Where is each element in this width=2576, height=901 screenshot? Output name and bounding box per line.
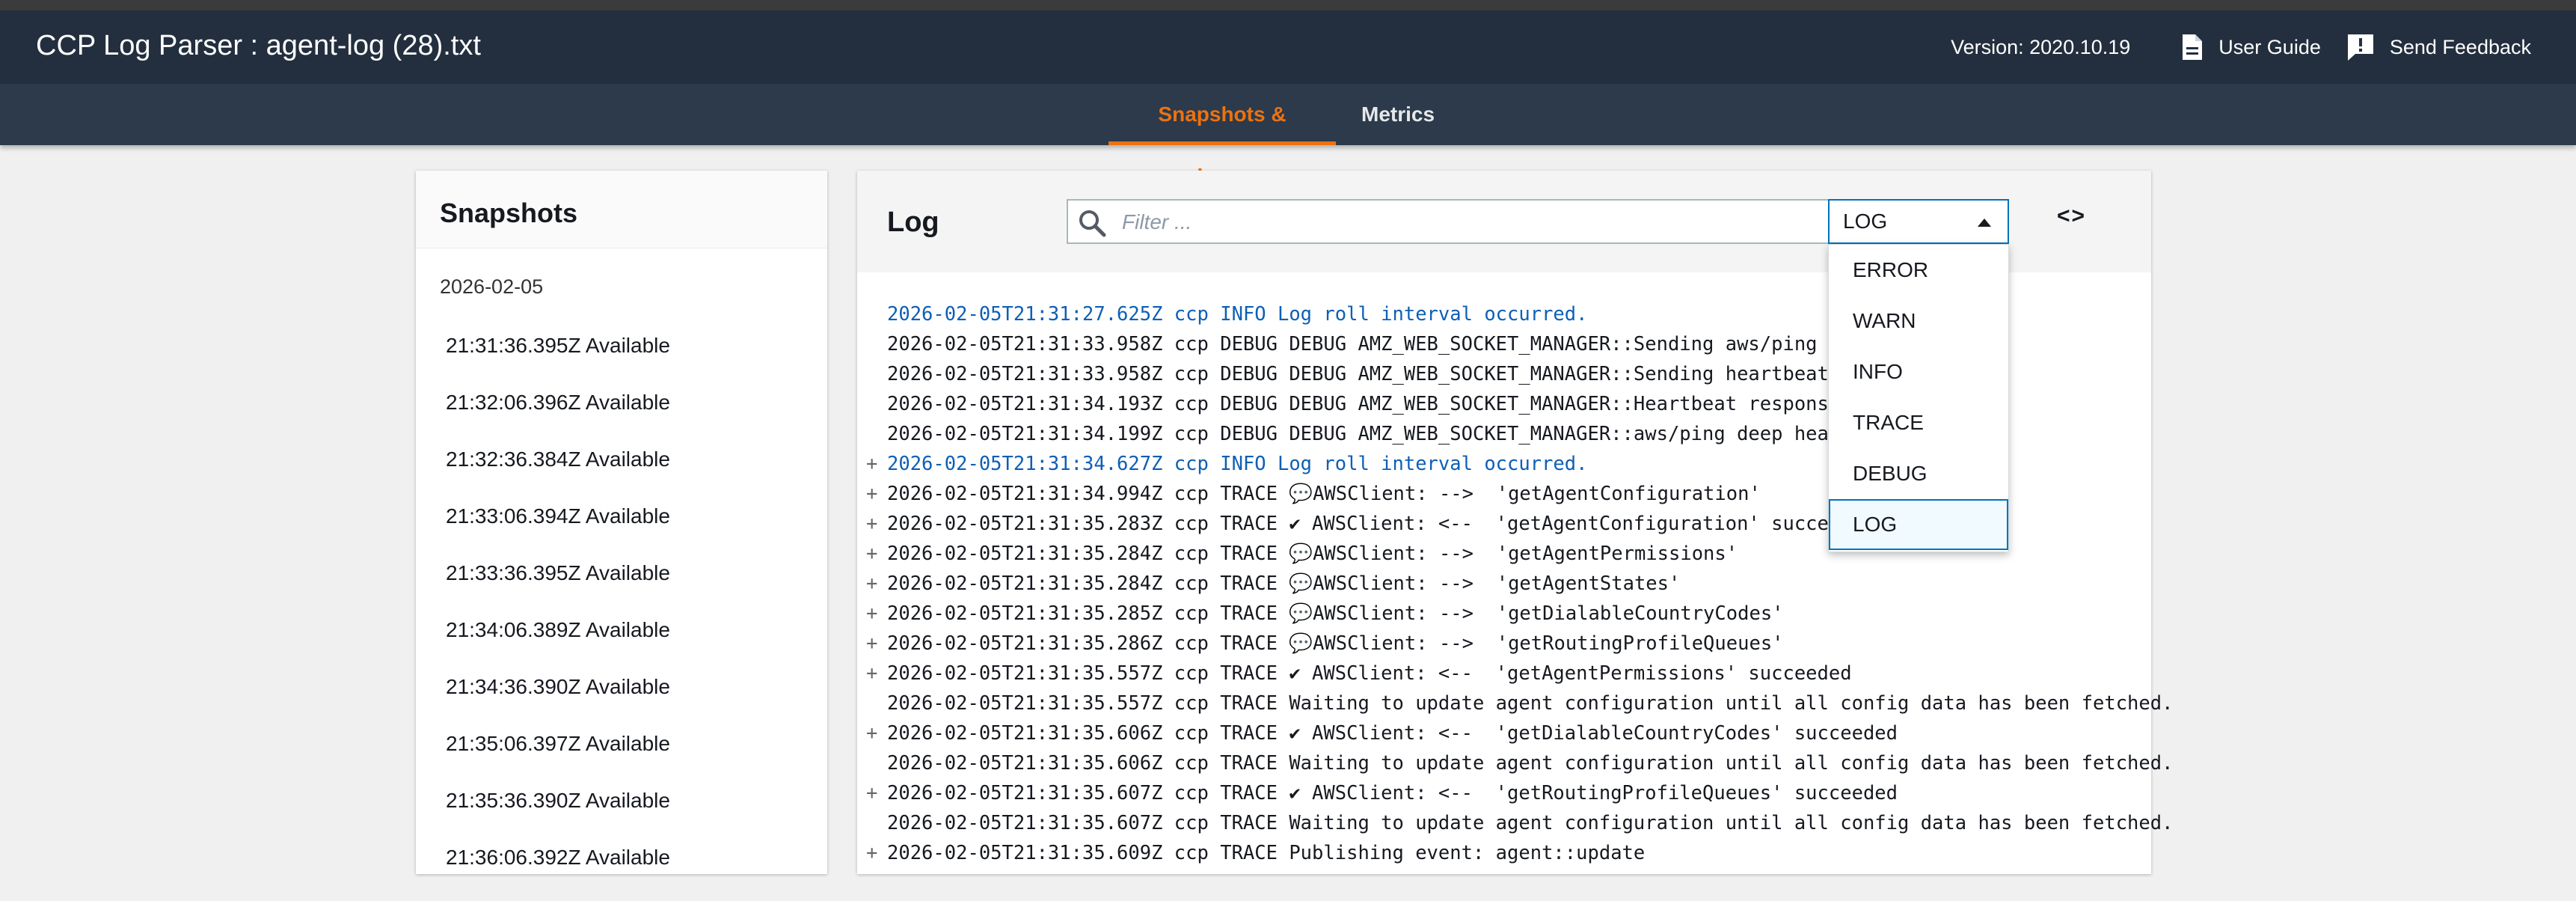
- log-line-text: 2026-02-05T21:31:34.193Z ccp DEBUG DEBUG…: [887, 393, 1898, 415]
- log-line-text: 2026-02-05T21:31:35.284Z ccp TRACE 💬AWSC…: [887, 543, 1738, 565]
- level-option-warn[interactable]: WARN: [1829, 296, 2008, 346]
- log-line-text: 2026-02-05T21:31:27.625Z ccp INFO Log ro…: [887, 303, 1588, 326]
- level-option-debug[interactable]: DEBUG: [1829, 448, 2008, 499]
- snapshot-list: 21:31:36.395Z Available 21:32:06.396Z Av…: [416, 332, 827, 901]
- log-line-text: 2026-02-05T21:31:35.557Z ccp TRACE Waiti…: [887, 692, 2174, 715]
- app-title: CCP Log Parser : agent-log (28).txt: [36, 30, 481, 61]
- code-expand-icon[interactable]: <>: [2057, 204, 2086, 229]
- snapshot-item[interactable]: 21:33:06.394Z Available: [416, 503, 827, 560]
- expand-plus-icon[interactable]: +: [866, 569, 877, 599]
- expand-plus-icon[interactable]: +: [866, 449, 877, 479]
- log-line[interactable]: +2026-02-05T21:31:35.607Z ccp TRACE ✔ AW…: [857, 778, 2151, 808]
- expand-plus-icon[interactable]: +: [866, 479, 877, 509]
- user-guide-link[interactable]: User Guide: [2181, 33, 2321, 61]
- expand-plus-icon[interactable]: +: [866, 718, 877, 748]
- snapshot-item[interactable]: 21:31:36.395Z Available: [416, 332, 827, 389]
- app-header: CCP Log Parser : agent-log (28).txt Vers…: [0, 10, 2576, 84]
- log-panel: Log LOG <> ERROR WARN INFO TRACE DEBUG L…: [857, 171, 2173, 874]
- tab-metrics[interactable]: Metrics: [1339, 84, 1457, 145]
- log-line-text: 2026-02-05T21:31:35.607Z ccp TRACE Waiti…: [887, 812, 2174, 834]
- snapshots-panel: Snapshots 2026-02-05 21:31:36.395Z Avail…: [416, 171, 827, 874]
- expand-plus-icon[interactable]: +: [866, 599, 877, 629]
- log-line[interactable]: +2026-02-05T21:31:35.609Z ccp TRACE Publ…: [857, 838, 2151, 868]
- filter-input[interactable]: [1120, 207, 1909, 238]
- document-icon: [2183, 34, 2203, 60]
- expand-plus-icon[interactable]: +: [866, 539, 877, 569]
- tab-bar: Snapshots & Logs Metrics: [0, 84, 2576, 187]
- top-strip: [0, 0, 2576, 10]
- expand-plus-icon[interactable]: +: [866, 629, 877, 659]
- version-label: Version: 2020.10.19: [1951, 35, 2131, 58]
- log-line-text: 2026-02-05T21:31:34.994Z ccp TRACE 💬AWSC…: [887, 483, 1761, 505]
- snapshot-item[interactable]: 21:35:06.397Z Available: [416, 730, 827, 787]
- search-icon: [1079, 210, 1106, 237]
- log-line-text: 2026-02-05T21:31:34.627Z ccp INFO Log ro…: [887, 453, 1588, 475]
- level-option-trace[interactable]: TRACE: [1829, 397, 2008, 448]
- log-title: Log: [887, 207, 939, 238]
- log-line[interactable]: +2026-02-05T21:31:35.284Z ccp TRACE 💬AWS…: [857, 569, 2151, 599]
- log-line-text: 2026-02-05T21:31:35.609Z ccp TRACE Publi…: [887, 842, 1646, 864]
- snapshot-item[interactable]: 21:32:06.396Z Available: [416, 389, 827, 446]
- log-line-text: 2026-02-05T21:31:35.606Z ccp TRACE ✔ AWS…: [887, 722, 1898, 745]
- log-line[interactable]: +2026-02-05T21:31:35.557Z ccp TRACE ✔ AW…: [857, 659, 2151, 688]
- level-dropdown: ERROR WARN INFO TRACE DEBUG LOG: [1828, 244, 2009, 552]
- caret-up-icon: [1978, 219, 1991, 227]
- log-line-text: 2026-02-05T21:31:35.607Z ccp TRACE ✔ AWS…: [887, 782, 1898, 804]
- send-feedback-link[interactable]: Send Feedback: [2346, 33, 2531, 61]
- expand-plus-icon[interactable]: +: [866, 659, 877, 688]
- expand-plus-icon[interactable]: +: [866, 509, 877, 539]
- log-line[interactable]: +2026-02-05T21:31:35.606Z ccp TRACE ✔ AW…: [857, 718, 2151, 748]
- snapshot-item[interactable]: 21:36:06.392Z Available: [416, 844, 827, 901]
- log-line[interactable]: 2026-02-05T21:31:35.557Z ccp TRACE Waiti…: [857, 688, 2173, 718]
- log-line-text: 2026-02-05T21:31:33.958Z ccp DEBUG DEBUG…: [887, 333, 1898, 355]
- level-option-log[interactable]: LOG: [1829, 499, 2008, 550]
- snapshot-date: 2026-02-05: [440, 275, 544, 298]
- log-line-text: 2026-02-05T21:31:33.958Z ccp DEBUG DEBUG…: [887, 363, 1829, 385]
- log-line-text: 2026-02-05T21:31:35.285Z ccp TRACE 💬AWSC…: [887, 602, 1784, 625]
- log-line-text: 2026-02-05T21:31:35.283Z ccp TRACE ✔ AWS…: [887, 513, 1875, 535]
- feedback-icon: [2347, 34, 2373, 61]
- expand-plus-icon[interactable]: +: [866, 838, 877, 868]
- user-guide-label: User Guide: [2218, 35, 2321, 58]
- snapshots-title: Snapshots: [440, 198, 578, 228]
- snapshot-item[interactable]: 21:32:36.384Z Available: [416, 446, 827, 503]
- log-line-text: 2026-02-05T21:31:35.284Z ccp TRACE 💬AWSC…: [887, 572, 1681, 595]
- send-feedback-label: Send Feedback: [2389, 35, 2531, 58]
- snapshot-item[interactable]: 21:34:06.389Z Available: [416, 617, 827, 674]
- snapshot-item[interactable]: 21:34:36.390Z Available: [416, 674, 827, 730]
- level-select-value: LOG: [1843, 210, 1888, 233]
- snapshot-item[interactable]: 21:33:36.395Z Available: [416, 560, 827, 617]
- filter-box: [1067, 199, 1922, 244]
- log-line[interactable]: 2026-02-05T21:31:35.607Z ccp TRACE Waiti…: [857, 808, 2173, 838]
- log-line-text: 2026-02-05T21:31:35.286Z ccp TRACE 💬AWSC…: [887, 632, 1784, 655]
- snapshot-item[interactable]: 21:35:36.390Z Available: [416, 787, 827, 844]
- log-line-text: 2026-02-05T21:31:34.199Z ccp DEBUG DEBUG…: [887, 423, 1898, 445]
- log-line[interactable]: +2026-02-05T21:31:35.286Z ccp TRACE 💬AWS…: [857, 629, 2151, 659]
- log-line-text: 2026-02-05T21:31:35.557Z ccp TRACE ✔ AWS…: [887, 662, 1852, 685]
- tab-snapshots-logs[interactable]: Snapshots & Logs: [1108, 84, 1336, 187]
- log-line-text: 2026-02-05T21:31:35.606Z ccp TRACE Waiti…: [887, 752, 2174, 775]
- level-option-info[interactable]: INFO: [1829, 346, 2008, 397]
- expand-plus-icon[interactable]: +: [866, 778, 877, 808]
- header-actions: Version: 2020.10.19 User Guide Send Feed…: [1951, 30, 2531, 64]
- level-select[interactable]: LOG: [1828, 199, 2009, 244]
- log-line[interactable]: 2026-02-05T21:31:35.606Z ccp TRACE Waiti…: [857, 748, 2173, 778]
- log-line[interactable]: +2026-02-05T21:31:35.285Z ccp TRACE 💬AWS…: [857, 599, 2151, 629]
- level-option-error[interactable]: ERROR: [1829, 245, 2008, 296]
